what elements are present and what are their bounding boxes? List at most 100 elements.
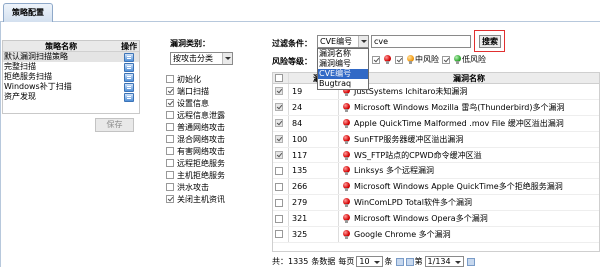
- table-row[interactable]: 135 Linksys 多个远程漏洞: [273, 163, 599, 180]
- risk-filter-orange[interactable]: 中风险: [395, 54, 439, 65]
- category-checkbox[interactable]: [166, 195, 174, 203]
- filter-field-select[interactable]: CVE编号: [317, 35, 369, 48]
- row-checkbox-cell: [273, 84, 289, 99]
- tab-policy-config[interactable]: 策略配置: [3, 3, 53, 22]
- edit-policy-icon[interactable]: [124, 92, 135, 102]
- select-all-checkbox[interactable]: [275, 74, 283, 82]
- category-item-label: 关闭主机资讯: [177, 194, 225, 204]
- policy-op-header: 操作: [121, 42, 138, 51]
- risk-label: 中风险: [415, 55, 439, 64]
- edit-policy-icon[interactable]: [124, 52, 135, 62]
- filter-field-option[interactable]: 漏洞名称: [318, 49, 368, 59]
- risk-red-icon: [384, 55, 391, 64]
- table-row[interactable]: 24 Microsoft Windows Mozilla 雷鸟(Thunderbi…: [273, 99, 599, 116]
- policy-name: 默认漏洞扫描策略: [4, 52, 68, 61]
- category-item-label: 设置信息: [177, 98, 209, 108]
- risk-checkbox[interactable]: [395, 55, 403, 64]
- category-item[interactable]: 远程信息泄露: [166, 109, 225, 121]
- next-page-icon[interactable]: [466, 257, 475, 266]
- row-checkbox[interactable]: [275, 103, 283, 112]
- vuln-id: 100: [289, 131, 339, 147]
- risk-level-label: 风险等级：: [272, 57, 312, 66]
- category-item-label: 主机拒绝服务: [177, 170, 225, 180]
- chevron-down-icon[interactable]: [358, 36, 368, 47]
- row-checkbox[interactable]: [275, 87, 283, 96]
- row-checkbox[interactable]: [275, 166, 283, 175]
- table-row[interactable]: 100 SunFTP服务器缓冲区溢出漏洞: [273, 131, 599, 148]
- row-checkbox[interactable]: [275, 182, 283, 191]
- tab-bar: 策略配置: [0, 0, 600, 22]
- save-button[interactable]: 保存: [95, 118, 134, 132]
- category-checkbox[interactable]: [166, 183, 174, 191]
- policy-row[interactable]: 完整扫描: [3, 62, 139, 72]
- prev-page-icon[interactable]: [405, 257, 414, 266]
- category-item[interactable]: 主机拒绝服务: [166, 169, 225, 181]
- vulnerability-table: 漏洞编号 漏洞名称 19JustSystems Ichitaro未知漏洞24Mi…: [272, 72, 600, 252]
- table-row[interactable]: 84 Apple QuickTime Malformed .mov File 缓冲…: [273, 115, 599, 132]
- first-page-icon[interactable]: [395, 257, 404, 266]
- row-checkbox-cell: [273, 131, 289, 147]
- filter-field-option[interactable]: CVE编号: [318, 69, 368, 79]
- row-checkbox[interactable]: [275, 135, 283, 144]
- risk-checkbox[interactable]: [442, 55, 450, 64]
- search-button[interactable]: 搜索: [479, 35, 501, 48]
- row-checkbox-cell: [273, 227, 289, 242]
- category-item[interactable]: 初始化: [166, 73, 225, 85]
- policy-row[interactable]: 拒绝服务扫描: [3, 72, 139, 82]
- row-checkbox[interactable]: [275, 119, 283, 128]
- table-row[interactable]: 117 WS_FTP站点的CPWD命令缓冲区溢: [273, 147, 599, 164]
- risk-filter-red[interactable]: [372, 55, 392, 64]
- row-checkbox-cell: [273, 99, 289, 115]
- policy-row[interactable]: 默认漏洞扫描策略: [3, 52, 139, 62]
- policy-op-cell: [119, 72, 139, 82]
- row-checkbox-cell: [273, 179, 289, 195]
- row-checkbox[interactable]: [275, 230, 283, 239]
- search-input[interactable]: cve: [371, 35, 471, 48]
- filter-label: 过滤条件：: [272, 39, 312, 48]
- table-row[interactable]: 321 Microsoft Windows Opera多个漏洞: [273, 211, 599, 228]
- category-checkbox[interactable]: [166, 99, 174, 107]
- category-item[interactable]: 有害网络攻击: [166, 145, 225, 157]
- category-checkbox[interactable]: [166, 171, 174, 179]
- edit-policy-icon[interactable]: [124, 62, 135, 72]
- category-checkbox[interactable]: [166, 159, 174, 167]
- category-item[interactable]: 洪水攻击: [166, 181, 225, 193]
- category-item[interactable]: 混合网络攻击: [166, 133, 225, 145]
- category-item[interactable]: 关闭主机资讯: [166, 193, 225, 205]
- per-page-select[interactable]: 10: [356, 256, 383, 267]
- table-row[interactable]: 325 Google Chrome 多个漏洞: [273, 227, 599, 243]
- category-checkbox[interactable]: [166, 147, 174, 155]
- category-item[interactable]: 普通网络攻击: [166, 121, 225, 133]
- category-checkbox[interactable]: [166, 111, 174, 119]
- table-row[interactable]: 279 WinComLPD Total软件多个漏洞: [273, 195, 599, 212]
- chevron-down-icon[interactable]: [222, 53, 232, 64]
- policy-name: 资产发现: [4, 92, 36, 101]
- risk-level-filters: 中风险 低风险: [372, 54, 489, 65]
- category-select[interactable]: 按攻击分类: [170, 52, 233, 65]
- row-checkbox[interactable]: [275, 151, 283, 159]
- filter-field-option[interactable]: 漏洞编号: [318, 59, 368, 69]
- category-item[interactable]: 远程拒绝服务: [166, 157, 225, 169]
- category-item-label: 初始化: [177, 74, 201, 84]
- filter-field-option[interactable]: Bugtraq: [318, 79, 368, 89]
- category-item-label: 端口扫描: [177, 86, 209, 96]
- category-item[interactable]: 端口扫描: [166, 85, 225, 97]
- category-checkbox[interactable]: [166, 135, 174, 143]
- row-checkbox[interactable]: [275, 214, 283, 223]
- vuln-id: 321: [289, 211, 339, 227]
- category-checkbox[interactable]: [166, 123, 174, 131]
- category-checkbox[interactable]: [166, 87, 174, 95]
- policy-row[interactable]: 资产发现: [3, 92, 139, 102]
- edit-policy-icon[interactable]: [124, 82, 135, 92]
- page-select[interactable]: 1/134: [424, 256, 464, 267]
- table-row[interactable]: 266 Microsoft Windows Apple QuickTime多个拒绝…: [273, 179, 599, 196]
- risk-checkbox[interactable]: [372, 55, 380, 64]
- risk-filter-green[interactable]: 低风险: [442, 54, 486, 65]
- edit-policy-icon[interactable]: [124, 72, 135, 82]
- category-checkbox[interactable]: [166, 75, 174, 83]
- category-item[interactable]: 设置信息: [166, 97, 225, 109]
- policy-name: 拒绝服务扫描: [4, 72, 52, 81]
- row-checkbox[interactable]: [275, 198, 283, 207]
- total-suffix: 条数据: [311, 257, 336, 266]
- policy-row[interactable]: Windows补丁扫描: [3, 82, 139, 92]
